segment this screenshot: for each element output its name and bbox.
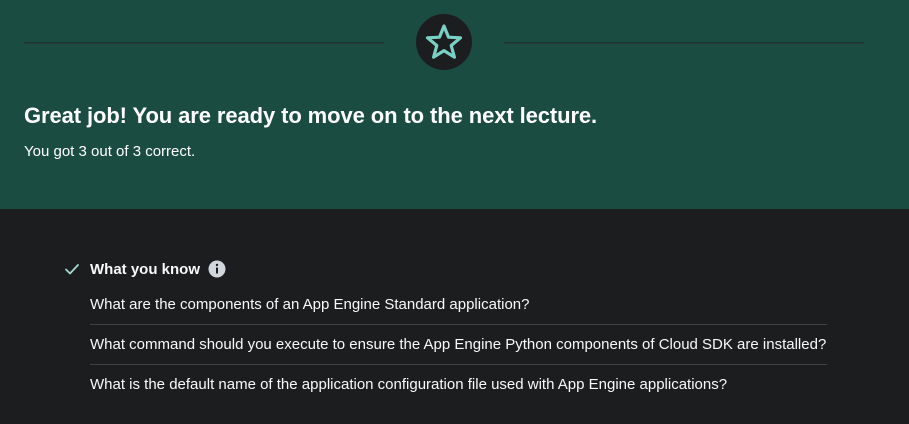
info-icon[interactable]	[208, 260, 226, 278]
section-title: What you know	[90, 260, 200, 278]
star-badge	[416, 14, 472, 70]
section-header: What you know	[64, 256, 827, 282]
question-item[interactable]: What is the default name of the applicat…	[90, 365, 827, 404]
question-list: What are the components of an App Engine…	[64, 285, 827, 404]
what-you-know-section: What you know What are the components of…	[64, 256, 827, 404]
result-title: Great job! You are ready to move on to t…	[24, 103, 598, 128]
question-item[interactable]: What are the components of an App Engine…	[90, 285, 827, 325]
score-text: You got 3 out of 3 correct.	[24, 143, 196, 160]
divider-right	[504, 42, 864, 44]
question-item[interactable]: What command should you execute to ensur…	[90, 325, 827, 365]
result-banner: Great job! You are ready to move on to t…	[0, 0, 909, 209]
divider-left	[24, 42, 384, 44]
check-icon	[64, 261, 80, 277]
star-icon	[425, 24, 463, 59]
